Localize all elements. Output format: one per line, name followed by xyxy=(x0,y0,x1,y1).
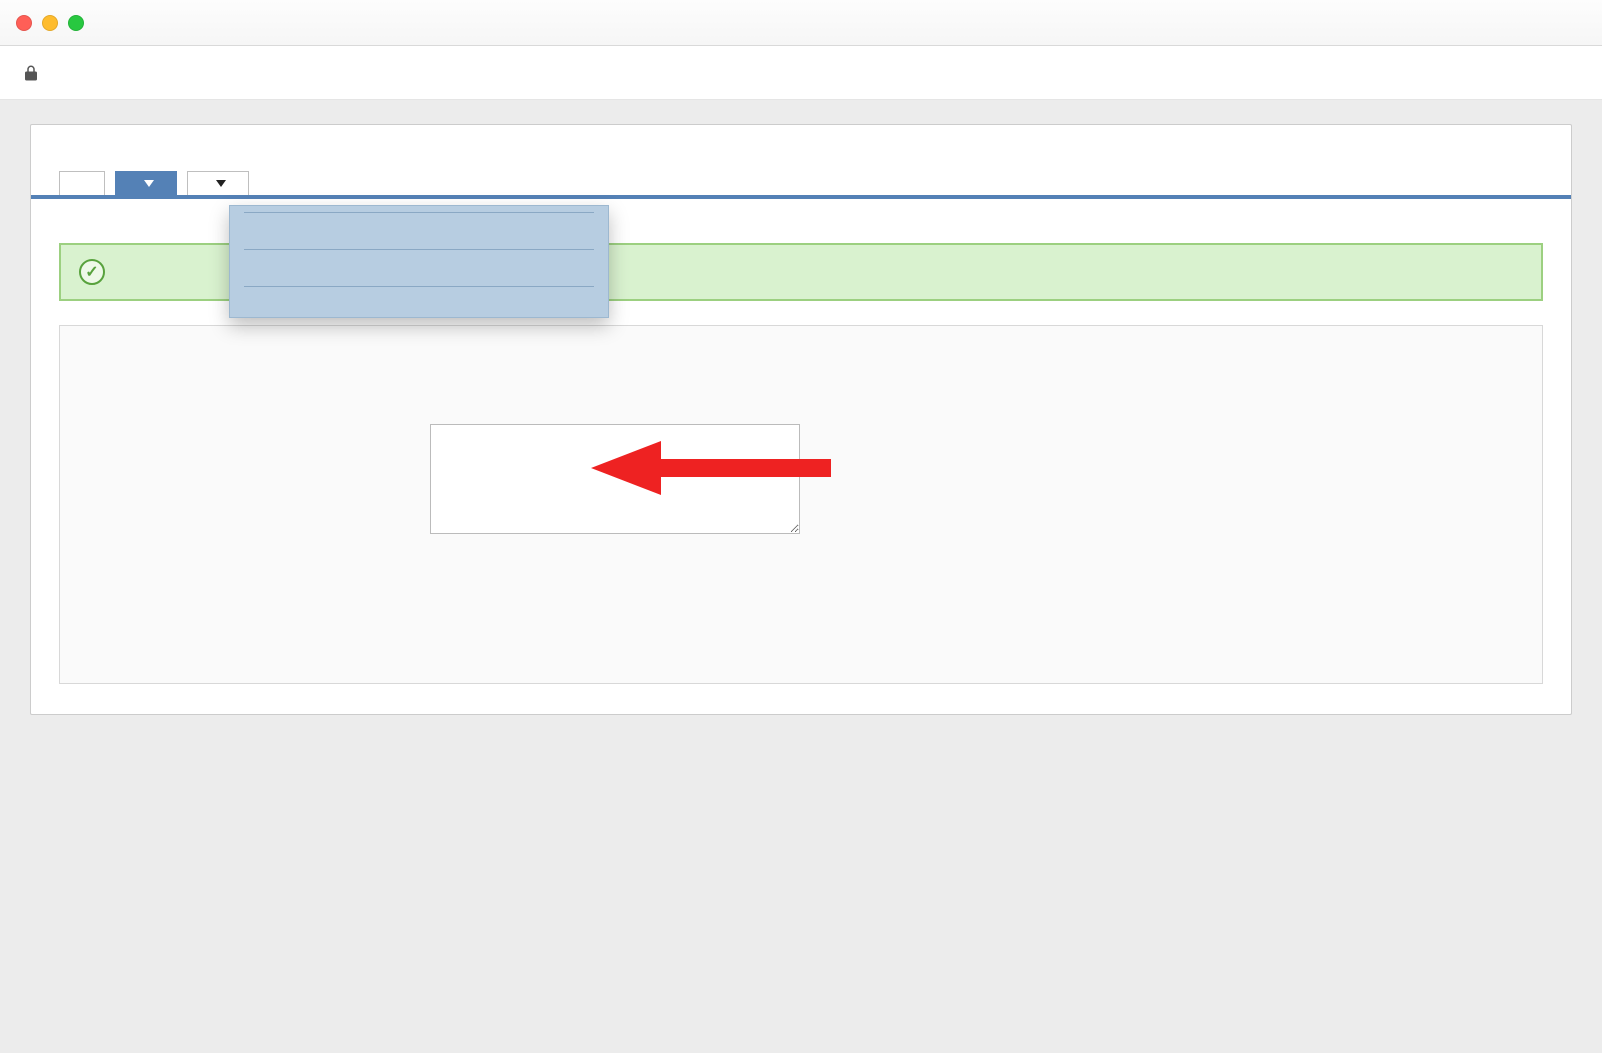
mail-dropdown xyxy=(229,205,609,318)
form-box xyxy=(59,325,1543,684)
address-bar[interactable] xyxy=(0,46,1602,100)
minimize-window-button[interactable] xyxy=(42,15,58,31)
traffic-lights xyxy=(16,15,84,31)
forward-textarea[interactable] xyxy=(430,424,800,534)
form-row-forward xyxy=(100,416,1502,539)
main-panel xyxy=(30,124,1572,715)
dropdown-header-webmail xyxy=(230,256,608,280)
caret-down-icon xyxy=(144,180,154,187)
fullscreen-window-button[interactable] xyxy=(68,15,84,31)
content-area xyxy=(0,100,1602,1053)
dropdown-separator xyxy=(244,249,594,250)
tab-mail[interactable] xyxy=(115,171,177,195)
panel-header xyxy=(31,125,1571,157)
tab-settings[interactable] xyxy=(187,171,249,195)
dropdown-separator xyxy=(244,286,594,287)
titlebar xyxy=(0,0,1602,46)
tab-admin[interactable] xyxy=(59,171,105,195)
lock-icon xyxy=(22,62,40,84)
dropdown-header-mailsettings xyxy=(230,293,608,317)
caret-down-icon xyxy=(216,180,226,187)
close-window-button[interactable] xyxy=(16,15,32,31)
form-label-target xyxy=(100,356,430,392)
form-row-target xyxy=(100,356,1502,392)
dropdown-separator xyxy=(244,212,594,213)
form-label-forward xyxy=(100,416,430,539)
check-icon xyxy=(79,259,105,285)
app-window xyxy=(0,0,1602,1053)
form-field-forward xyxy=(430,416,800,539)
tabbar xyxy=(31,157,1571,199)
dropdown-header-maillist xyxy=(230,219,608,243)
